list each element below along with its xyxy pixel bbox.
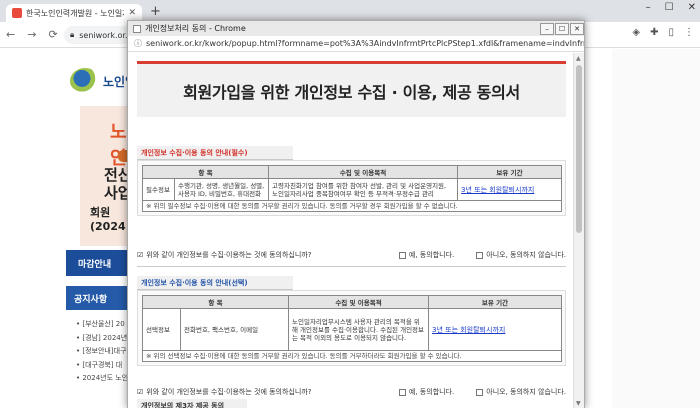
consent-popup-window: 개인정보처리 동의 - Chrome – ☐ ✕ ⓘ seniwork.or.k…: [127, 20, 585, 408]
popup-url-text: seniwork.or.kr/kwork/popup.html?formname…: [146, 39, 584, 48]
table-header-row: 항 목 수집 및 이용목적 보유 기간: [141, 165, 563, 179]
col-items: 항 목: [141, 165, 270, 179]
popup-minimize-button[interactable]: –: [540, 22, 554, 35]
maximize-button[interactable]: ☐: [665, 2, 674, 13]
sidebar-icon[interactable]: ▯: [668, 27, 674, 38]
divider: [137, 266, 566, 267]
extension-icons: ◈ ✚ ▯ ⋮: [632, 27, 694, 38]
scrollbar-thumb[interactable]: [576, 65, 582, 233]
popup-maximize-button[interactable]: ☐: [555, 22, 569, 35]
popup-window-controls: – ☐ ✕: [540, 22, 584, 35]
notice-item[interactable]: • [경남] 2024년: [76, 332, 128, 346]
optional-info-table: 항 목 수집 및 이용목적 보유 기간 선택정보 전화번호, 팩스번호, 이메일…: [141, 295, 563, 362]
browser-titlebar: 한국노인인력개발원 - 노인일자 ✕ + – ☐ ✕: [0, 0, 700, 22]
optional-disagree-checkbox[interactable]: [476, 388, 484, 396]
optional-disagree-label[interactable]: 아니오, 동의하지 않습니다.: [486, 387, 566, 397]
row-purpose: 고령자친화기업 참여를 위한 참여자 선발, 관리 및 사업운영지원, 노인일자…: [268, 178, 459, 201]
table-row: 필수정보 수행기관, 성명, 생년월일, 성별, 사용자 ID, 비밀번호, 휴…: [142, 178, 563, 201]
menu-icon[interactable]: ⋮: [684, 27, 694, 38]
table-note-row: ※ 위의 선택정보 수집·이용에 대한 동의를 거부할 권리가 있습니다. 동의…: [141, 350, 563, 362]
popup-content: 회원가입을 위한 개인정보 수집 · 이용, 제공 동의서 개인정보 수집·이용…: [128, 53, 574, 408]
notice-item[interactable]: • [부산울산] 20: [76, 318, 128, 332]
table-row: 선택정보 전화번호, 팩스번호, 이메일 노인일자리업무시스템 사용자 관리의 …: [142, 308, 563, 351]
required-agree-row: ☑ 위와 같이 개인정보를 수집·이용하는 것에 동의하십니까? 예, 동의합니다…: [137, 248, 566, 262]
tab-close-icon[interactable]: ✕: [128, 8, 136, 18]
table-note-row: ※ 위의 필수정보 수집·이용에 대한 동의를 거부할 권리가 있습니다. 동의…: [141, 200, 563, 212]
check-icon: ☑: [137, 251, 144, 259]
reload-icon[interactable]: ⟳: [48, 28, 57, 41]
col-retention: 보유 기간: [457, 165, 563, 179]
required-note: ※ 위의 필수정보 수집·이용에 대한 동의를 거부할 권리가 있습니다. 동의…: [141, 200, 563, 212]
close-window-button[interactable]: ✕: [688, 2, 696, 13]
notice-item[interactable]: • [정보안내]대구: [76, 345, 128, 359]
info-icon[interactable]: ⓘ: [134, 38, 142, 49]
required-info-table: 항 목 수집 및 이용목적 보유 기간 필수정보 수행기관, 성명, 생년월일,…: [141, 165, 563, 212]
row-label: 필수정보: [142, 178, 175, 201]
forward-icon[interactable]: →: [27, 28, 36, 41]
lock-icon: 🔒︎: [70, 30, 75, 39]
required-agree-checkbox[interactable]: [398, 251, 406, 259]
notice-item[interactable]: • [대구경북] 대: [76, 359, 128, 373]
row-label: 선택정보: [142, 308, 181, 351]
required-agree-option[interactable]: 예, 동의합니다.: [398, 250, 454, 260]
site-favicon-icon: [12, 8, 22, 18]
section-optional-header: 개인정보 수집·이용 동의 안내(선택): [137, 276, 293, 290]
banner-subtitle: 회원 (2024: [90, 206, 126, 233]
notice-item[interactable]: • 2024년도 노인: [76, 372, 128, 386]
optional-agree-row: ☑ 위와 같이 개인정보를 수집·이용하는 것에 동의하십니까? 예, 동의합니다…: [137, 385, 566, 399]
site-logo-icon[interactable]: [70, 68, 100, 94]
optional-question: ☑ 위와 같이 개인정보를 수집·이용하는 것에 동의하십니까?: [137, 387, 377, 397]
popup-close-button[interactable]: ✕: [570, 22, 584, 35]
optional-disagree-option[interactable]: 아니오, 동의하지 않습니다.: [476, 387, 566, 397]
background-right-area: [612, 49, 700, 408]
popup-titlebar: 개인정보처리 동의 - Chrome – ☐ ✕: [128, 21, 584, 36]
address-text: seniwork.or.k: [79, 30, 133, 40]
table-header-row: 항 목 수집 및 이용목적 보유 기간: [141, 295, 563, 309]
notice-list: • [부산울산] 20 • [경남] 2024년 • [정보안내]대구 • [대…: [76, 318, 128, 386]
required-agree-label[interactable]: 예, 동의합니다.: [409, 250, 454, 260]
tab-title: 한국노인인력개발원 - 노인일자: [26, 8, 125, 18]
retention-link[interactable]: 3년 또는 회원탈퇴시까지: [432, 326, 505, 334]
row-items: 수행기관, 성명, 생년월일, 성별, 사용자 ID, 비밀번호, 휴대전화: [173, 178, 270, 201]
row-purpose: 노인일자리업무시스템 사용자 관리의 목적을 위해 개인정보를 수집·이용합니다…: [288, 308, 430, 351]
puzzle-icon[interactable]: ✚: [650, 27, 658, 38]
new-tab-button[interactable]: +: [150, 4, 161, 19]
required-question: ☑ 위와 같이 개인정보를 수집·이용하는 것에 동의하십니까?: [137, 250, 377, 260]
popup-window-title: 개인정보처리 동의 - Chrome: [145, 24, 246, 33]
col-items: 항 목: [141, 295, 290, 309]
minimize-button[interactable]: –: [646, 2, 651, 13]
check-icon: ☑: [137, 388, 144, 396]
optional-note: ※ 위의 선택정보 수집·이용에 대한 동의를 거부할 권리가 있습니다. 동의…: [141, 350, 563, 362]
retention-link[interactable]: 3년 또는 회원탈퇴시까지: [461, 186, 534, 194]
page-title: 회원가입을 위한 개인정보 수집 · 이용, 제공 동의서: [137, 61, 566, 117]
popup-scrollbar[interactable]: ▲ ▼: [573, 53, 584, 408]
row-retention: 3년 또는 회원탈퇴시까지: [428, 308, 563, 351]
optional-question-text: 위와 같이 개인정보를 수집·이용하는 것에 동의하십니까?: [146, 388, 312, 396]
browser-tab[interactable]: 한국노인인력개발원 - 노인일자 ✕: [6, 4, 142, 22]
window-controls: – ☐ ✕: [646, 2, 696, 13]
optional-agree-label[interactable]: 예, 동의합니다.: [409, 387, 454, 397]
popup-address-bar: ⓘ seniwork.or.kr/kwork/popup.html?formna…: [128, 36, 584, 52]
row-retention: 3년 또는 회원탈퇴시까지: [457, 178, 563, 201]
scroll-down-icon[interactable]: ▼: [576, 400, 581, 407]
popup-page-icon: [133, 24, 141, 33]
required-question-text: 위와 같이 개인정보를 수집·이용하는 것에 동의하십니까?: [146, 251, 312, 259]
col-retention: 보유 기간: [428, 295, 563, 309]
required-disagree-label[interactable]: 아니오, 동의하지 않습니다.: [486, 250, 566, 260]
section-required-box: 항 목 수집 및 이용목적 보유 기간 필수정보 수행기관, 성명, 생년월일,…: [137, 160, 566, 216]
optional-agree-option[interactable]: 예, 동의합니다.: [398, 387, 454, 397]
section-required-header: 개인정보 수집·이용 동의 안내(필수): [137, 146, 293, 160]
extension-icon[interactable]: ◈: [632, 27, 640, 38]
optional-agree-checkbox[interactable]: [398, 388, 406, 396]
row-items: 전화번호, 팩스번호, 이메일: [179, 308, 290, 351]
back-icon[interactable]: ←: [6, 28, 15, 41]
required-disagree-checkbox[interactable]: [476, 251, 484, 259]
scroll-up-icon[interactable]: ▲: [576, 55, 581, 62]
section-third-party-header: 개인정보의 제3자 제공 동의: [137, 399, 247, 408]
col-purpose: 수집 및 이용목적: [268, 165, 459, 179]
col-purpose: 수집 및 이용목적: [288, 295, 430, 309]
section-optional-box: 항 목 수집 및 이용목적 보유 기간 선택정보 전화번호, 팩스번호, 이메일…: [137, 290, 566, 366]
required-disagree-option[interactable]: 아니오, 동의하지 않습니다.: [476, 250, 566, 260]
